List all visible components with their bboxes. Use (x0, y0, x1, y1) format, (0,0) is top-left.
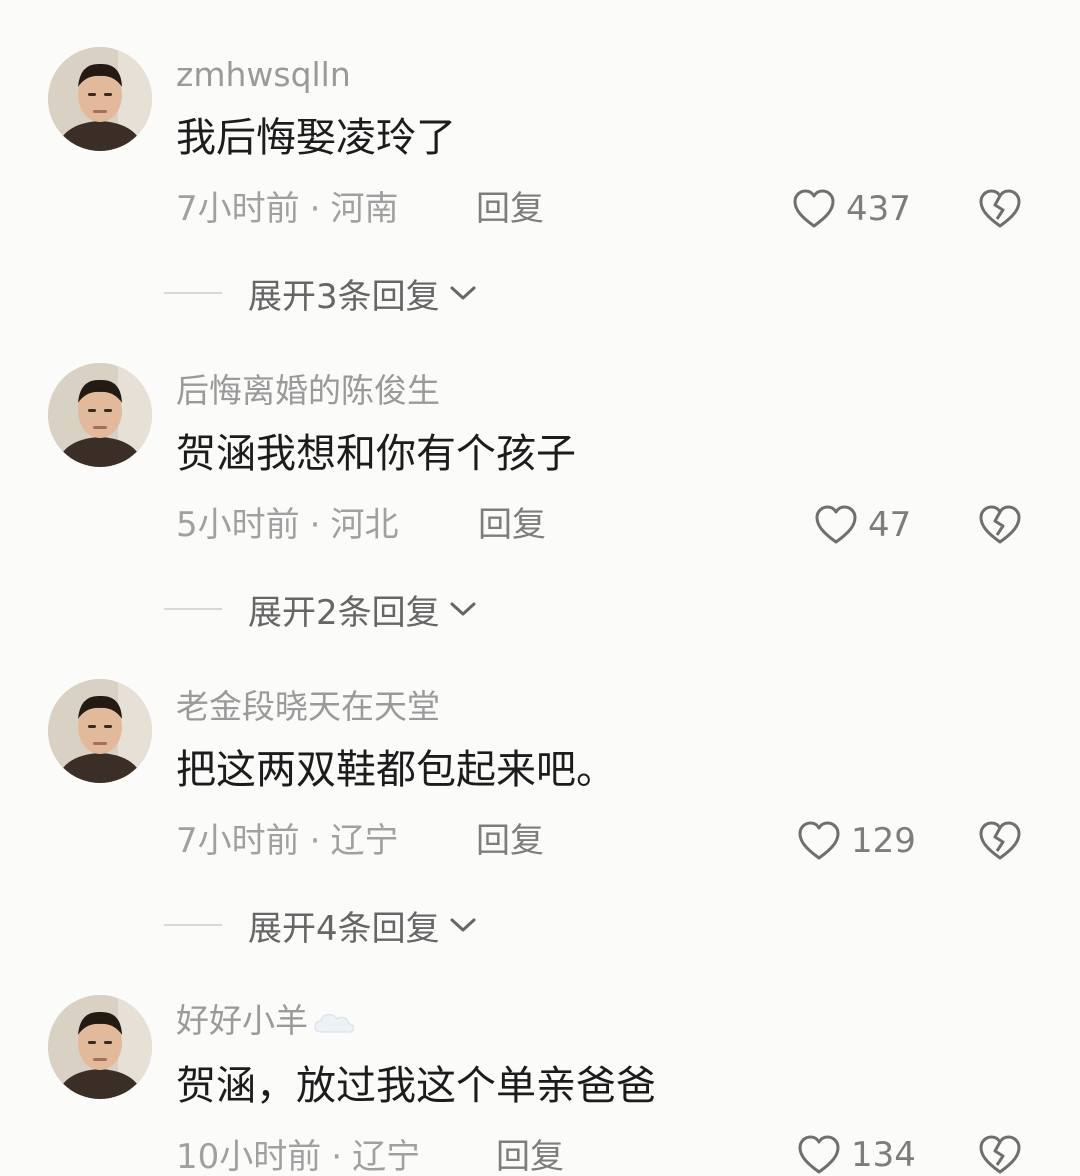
reply-button[interactable]: 回复 (496, 1136, 564, 1176)
chevron-down-icon (450, 602, 476, 616)
comment-text: 我后悔娶凌玲了 (176, 115, 456, 161)
username-row: 好好小羊 (176, 1001, 356, 1041)
heart-outline-icon (815, 505, 857, 544)
username[interactable]: 后悔离婚的陈俊生 (176, 371, 440, 411)
like-count: 129 (851, 821, 916, 861)
avatar-photo (48, 363, 152, 467)
username[interactable]: 老金段晓天在天堂 (176, 687, 440, 727)
comment-text: 贺涵，放过我这个单亲爸爸 (176, 1063, 656, 1109)
avatar[interactable] (48, 995, 152, 1099)
comment-text: 把这两双鞋都包起来吧。 (176, 747, 616, 793)
like-button[interactable]: 47 (812, 501, 911, 549)
broken-heart-icon[interactable] (976, 1131, 1024, 1176)
comment-list: zmhwsqlln 我后悔娶凌玲了 7小时前 · 河南 回复 437 展开3条回复 (0, 0, 1080, 1176)
expand-replies-label: 展开3条回复 (248, 276, 440, 317)
heart-outline-icon (798, 821, 840, 860)
comment-time: 5小时前 (176, 505, 300, 545)
comment-meta: 10小时前 · 辽宁 (176, 1136, 420, 1176)
expand-replies-label: 展开4条回复 (248, 908, 440, 949)
like-count: 47 (868, 505, 912, 545)
avatar-photo (48, 679, 152, 783)
username[interactable]: 好好小羊 (176, 1001, 308, 1040)
reply-button[interactable]: 回复 (476, 820, 544, 862)
comment-meta: 7小时前 · 河南 (176, 188, 398, 230)
expand-replies-label: 展开2条回复 (248, 592, 440, 633)
broken-heart-icon[interactable] (976, 185, 1024, 233)
comment-time: 10小时前 (176, 1137, 322, 1176)
comment-text: 贺涵我想和你有个孩子 (176, 431, 576, 477)
comment-item: 老金段晓天在天堂 把这两双鞋都包起来吧。 7小时前 · 辽宁 回复 129 展开4条… (0, 632, 1080, 949)
avatar[interactable] (48, 47, 152, 151)
avatar-photo (48, 995, 152, 1099)
comment-time: 7小时前 (176, 821, 300, 861)
reply-button[interactable]: 回复 (478, 504, 546, 546)
comment-time: 7小时前 (176, 189, 300, 229)
broken-heart-icon[interactable] (976, 817, 1024, 865)
like-count: 437 (846, 189, 911, 229)
divider-line (164, 924, 222, 926)
comment-item: zmhwsqlln 我后悔娶凌玲了 7小时前 · 河南 回复 437 展开3条回复 (0, 0, 1080, 317)
expand-replies-button[interactable]: 展开3条回复 (164, 272, 478, 317)
expand-replies-button[interactable]: 展开2条回复 (164, 588, 478, 633)
like-count: 134 (851, 1135, 916, 1175)
divider-line (164, 292, 222, 294)
comment-location: 河南 (330, 189, 399, 229)
comment-meta: 5小时前 · 河北 (176, 504, 398, 546)
divider-line (164, 608, 222, 610)
meta-separator: · (309, 821, 321, 861)
comment-location: 辽宁 (330, 821, 399, 861)
heart-outline-icon (798, 1135, 840, 1174)
reply-button[interactable]: 回复 (476, 188, 544, 230)
comment-location: 辽宁 (352, 1137, 421, 1176)
comment-item: 好好小羊 贺涵，放过我这个单亲爸爸 10小时前 · 辽宁 回复 134 (0, 948, 1080, 1176)
avatar-photo (48, 47, 152, 151)
like-button[interactable]: 437 (790, 185, 911, 233)
like-button[interactable]: 134 (795, 1131, 916, 1176)
avatar[interactable] (48, 679, 152, 783)
meta-separator: · (331, 1137, 343, 1176)
broken-heart-icon[interactable] (976, 501, 1024, 549)
comment-meta: 7小时前 · 辽宁 (176, 820, 398, 862)
comment-location: 河北 (330, 505, 399, 545)
expand-replies-button[interactable]: 展开4条回复 (164, 904, 478, 949)
cloud-icon (314, 1013, 355, 1033)
heart-outline-icon (793, 189, 835, 228)
meta-separator: · (309, 505, 321, 545)
chevron-down-icon (450, 286, 476, 300)
username[interactable]: zmhwsqlln (176, 55, 351, 95)
comment-item: 后悔离婚的陈俊生 贺涵我想和你有个孩子 5小时前 · 河北 回复 47 展开2条回复 (0, 316, 1080, 633)
meta-separator: · (309, 189, 321, 229)
chevron-down-icon (450, 918, 476, 932)
avatar[interactable] (48, 363, 152, 467)
like-button[interactable]: 129 (795, 817, 916, 865)
